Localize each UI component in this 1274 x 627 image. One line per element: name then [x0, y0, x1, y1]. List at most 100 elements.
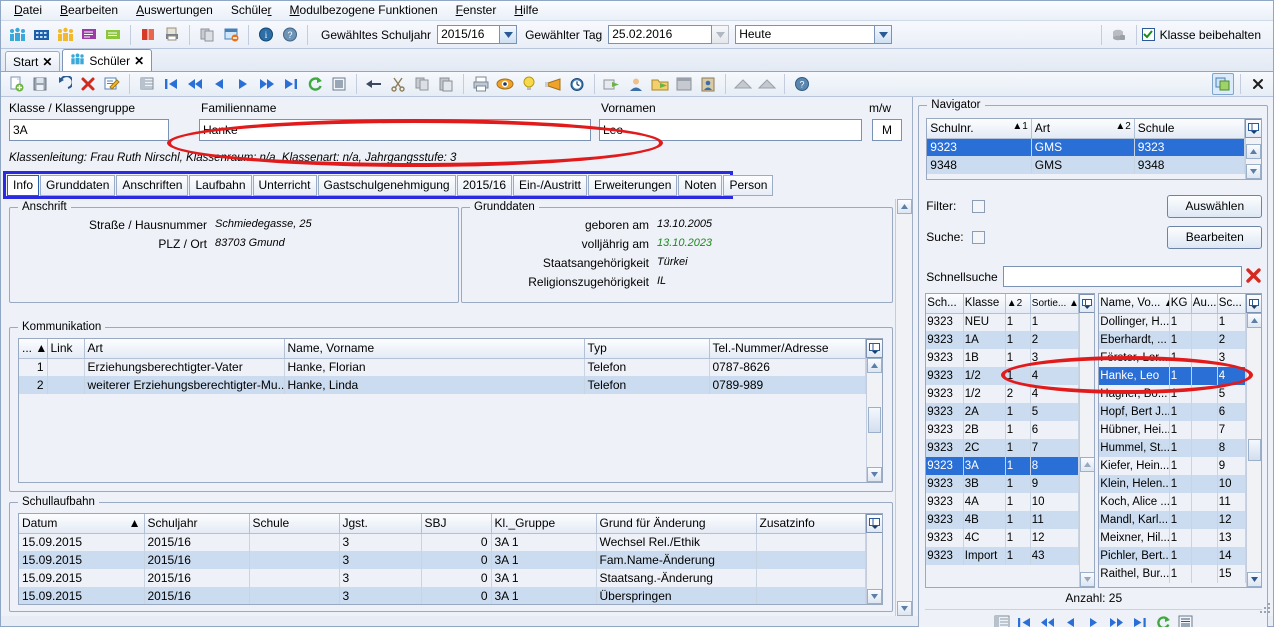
- col-tel[interactable]: Tel.-Nummer/Adresse: [709, 339, 866, 359]
- preview-eye-icon[interactable]: [494, 73, 516, 95]
- table-row[interactable]: Hanke, Leo 1 4: [1099, 367, 1247, 385]
- last-record-icon[interactable]: [280, 73, 302, 95]
- table-row[interactable]: 15.09.2015 2015/16 3 0 3A 1 Fam.Name-Änd…: [19, 551, 866, 569]
- classes-table[interactable]: Sch... Klasse ▲2 Sortie... ▲1 9323NEU119…: [926, 294, 1080, 565]
- scroll-thumb[interactable]: [1247, 439, 1261, 461]
- clear-search-icon[interactable]: [1245, 267, 1262, 287]
- save-icon[interactable]: [29, 73, 51, 95]
- table-row[interactable]: 9323 4A 1 10: [926, 493, 1080, 511]
- table-row[interactable]: Koch, Alice ... 1 11: [1099, 493, 1247, 511]
- col-link[interactable]: Link: [47, 339, 85, 359]
- familienname-input[interactable]: Hanke: [199, 119, 591, 141]
- undo-icon[interactable]: [53, 73, 75, 95]
- scroll-down-button[interactable]: [1079, 572, 1095, 587]
- table-row[interactable]: Hübner, Hei... 1 7: [1099, 421, 1247, 439]
- schuljahr-dropdown-arrow[interactable]: [500, 25, 518, 44]
- window-gray-icon[interactable]: [673, 73, 695, 95]
- red-book-icon[interactable]: [137, 24, 159, 46]
- scroll-up-button[interactable]: [867, 358, 882, 373]
- column-chooser-icon[interactable]: [866, 339, 883, 358]
- menu-item-fenster[interactable]: Fenster: [447, 1, 506, 20]
- table-row[interactable]: 15.09.2015 2015/16 3 0 3A 1 Wechsel Rel.…: [19, 533, 866, 551]
- kommunikation-table[interactable]: ... ▲ Link Art Name, Vorname Typ Tel.-Nu…: [19, 339, 866, 394]
- table-row[interactable]: 9323 1/2 1 4: [926, 367, 1080, 385]
- tab-info[interactable]: Info: [7, 174, 40, 196]
- list-view-icon[interactable]: [328, 73, 350, 95]
- kommunikation-scrollbar[interactable]: [866, 339, 883, 482]
- col-kg[interactable]: KG: [1169, 294, 1192, 314]
- students-table[interactable]: Name, Vo... ▲ KG Au... Sc... Dollinger, …: [1099, 294, 1247, 583]
- alarm-clock-icon[interactable]: [566, 73, 588, 95]
- next-record-icon[interactable]: [1084, 613, 1104, 627]
- fast-backward-icon[interactable]: [1038, 613, 1058, 627]
- last-record-icon[interactable]: [1130, 613, 1150, 627]
- list-view-icon[interactable]: [1176, 613, 1196, 627]
- tag-input[interactable]: 25.02.2016: [608, 25, 713, 44]
- col-sort2[interactable]: ▲2: [1005, 294, 1031, 314]
- col-name-vorname[interactable]: Name, Vorname: [284, 339, 585, 359]
- mw-input[interactable]: M: [872, 119, 902, 141]
- table-row[interactable]: 9323 2B 1 6: [926, 421, 1080, 439]
- scroll-down-button[interactable]: [867, 467, 882, 482]
- table-row[interactable]: 1 Erziehungsberechtigter-Vater Hanke, Fl…: [19, 358, 866, 376]
- filter-checkbox[interactable]: [972, 199, 986, 213]
- col-datum[interactable]: Datum ▲: [19, 514, 145, 534]
- next-record-icon[interactable]: [232, 73, 254, 95]
- close-icon[interactable]: ✕: [42, 56, 52, 68]
- table-row[interactable]: Förster, Lor... 1 3: [1099, 349, 1247, 367]
- col-sortierung[interactable]: Sortie... ▲1: [1030, 294, 1080, 314]
- col-klasse[interactable]: Klasse: [963, 294, 1006, 314]
- col-kl-gruppe[interactable]: Kl._Gruppe: [491, 514, 597, 534]
- table-row[interactable]: 15.09.2015 2015/16 3 0 3A 1 Staatsang.-Ä…: [19, 569, 866, 587]
- delete-icon[interactable]: [77, 73, 99, 95]
- menu-item-hilfe[interactable]: Hilfe: [505, 1, 547, 20]
- menu-item-datei[interactable]: Datei: [5, 1, 51, 20]
- refresh-icon[interactable]: [304, 73, 326, 95]
- scroll-up-button[interactable]: [1246, 313, 1262, 328]
- table-row[interactable]: 9323 3B 1 9: [926, 475, 1080, 493]
- scroll-thumb[interactable]: [868, 407, 881, 433]
- user-icon[interactable]: [625, 73, 647, 95]
- column-chooser-icon[interactable]: [1245, 119, 1262, 138]
- col-name-vorname[interactable]: Name, Vo... ▲: [1099, 294, 1170, 314]
- table-row[interactable]: 9323 2C 1 7: [926, 439, 1080, 457]
- menu-item-schueler[interactable]: Schüler: [222, 1, 281, 20]
- tab-2015-16[interactable]: 2015/16: [456, 174, 512, 196]
- tag-dropdown-arrow[interactable]: [712, 25, 730, 44]
- contact-book-icon[interactable]: [697, 73, 719, 95]
- first-record-icon[interactable]: [160, 73, 182, 95]
- question-help-icon[interactable]: ?: [791, 73, 813, 95]
- table-row[interactable]: Eberhardt, ... 1 2: [1099, 331, 1247, 349]
- scroll-up-button[interactable]: [896, 199, 912, 214]
- table-row[interactable]: Hummel, St... 1 8: [1099, 439, 1247, 457]
- grid-view-icon[interactable]: [992, 613, 1012, 627]
- col-sch[interactable]: Sch...: [926, 294, 964, 314]
- col-au[interactable]: Au...: [1191, 294, 1218, 314]
- horn-icon[interactable]: [542, 73, 564, 95]
- table-row[interactable]: 9323 3A 1 8: [926, 457, 1080, 475]
- schuljahr-input[interactable]: 2015/16: [437, 25, 501, 44]
- table-row[interactable]: 9323 1A 1 2: [926, 331, 1080, 349]
- previous-record-icon[interactable]: [208, 73, 230, 95]
- cut-icon[interactable]: [387, 73, 409, 95]
- schnellsuche-input[interactable]: [1002, 266, 1243, 287]
- schools-scrollbar[interactable]: [1245, 119, 1262, 179]
- fast-forward-icon[interactable]: [1107, 613, 1127, 627]
- purple-list-icon[interactable]: [78, 24, 100, 46]
- doctab-schueler[interactable]: Schüler ✕: [62, 49, 153, 71]
- menu-item-auswertungen[interactable]: Auswertungen: [127, 1, 222, 20]
- window-close-icon[interactable]: [220, 24, 242, 46]
- col-art[interactable]: Art ▲2: [1031, 119, 1135, 139]
- tab-erweiterungen[interactable]: Erweiterungen: [588, 174, 678, 196]
- previous-record-icon[interactable]: [1061, 613, 1081, 627]
- schullaufbahn-table[interactable]: Datum ▲ Schuljahr Schule Jgst. SBJ Kl._Gr…: [19, 514, 866, 604]
- table-row[interactable]: Meixner, Hil... 1 13: [1099, 529, 1247, 547]
- scroll-down-button[interactable]: [1246, 164, 1262, 179]
- column-chooser-icon[interactable]: [1245, 294, 1262, 313]
- up-arrow-gray-2-icon[interactable]: [756, 73, 778, 95]
- schools-table[interactable]: Schulnr. ▲1 Art ▲2 Schule 9323 GMS 9323: [927, 119, 1246, 174]
- tag-mode-dropdown-arrow[interactable]: [875, 25, 893, 44]
- table-row[interactable]: 9323 1/2 2 4: [926, 385, 1080, 403]
- database-icon[interactable]: [1108, 24, 1130, 46]
- lightbulb-icon[interactable]: [518, 73, 540, 95]
